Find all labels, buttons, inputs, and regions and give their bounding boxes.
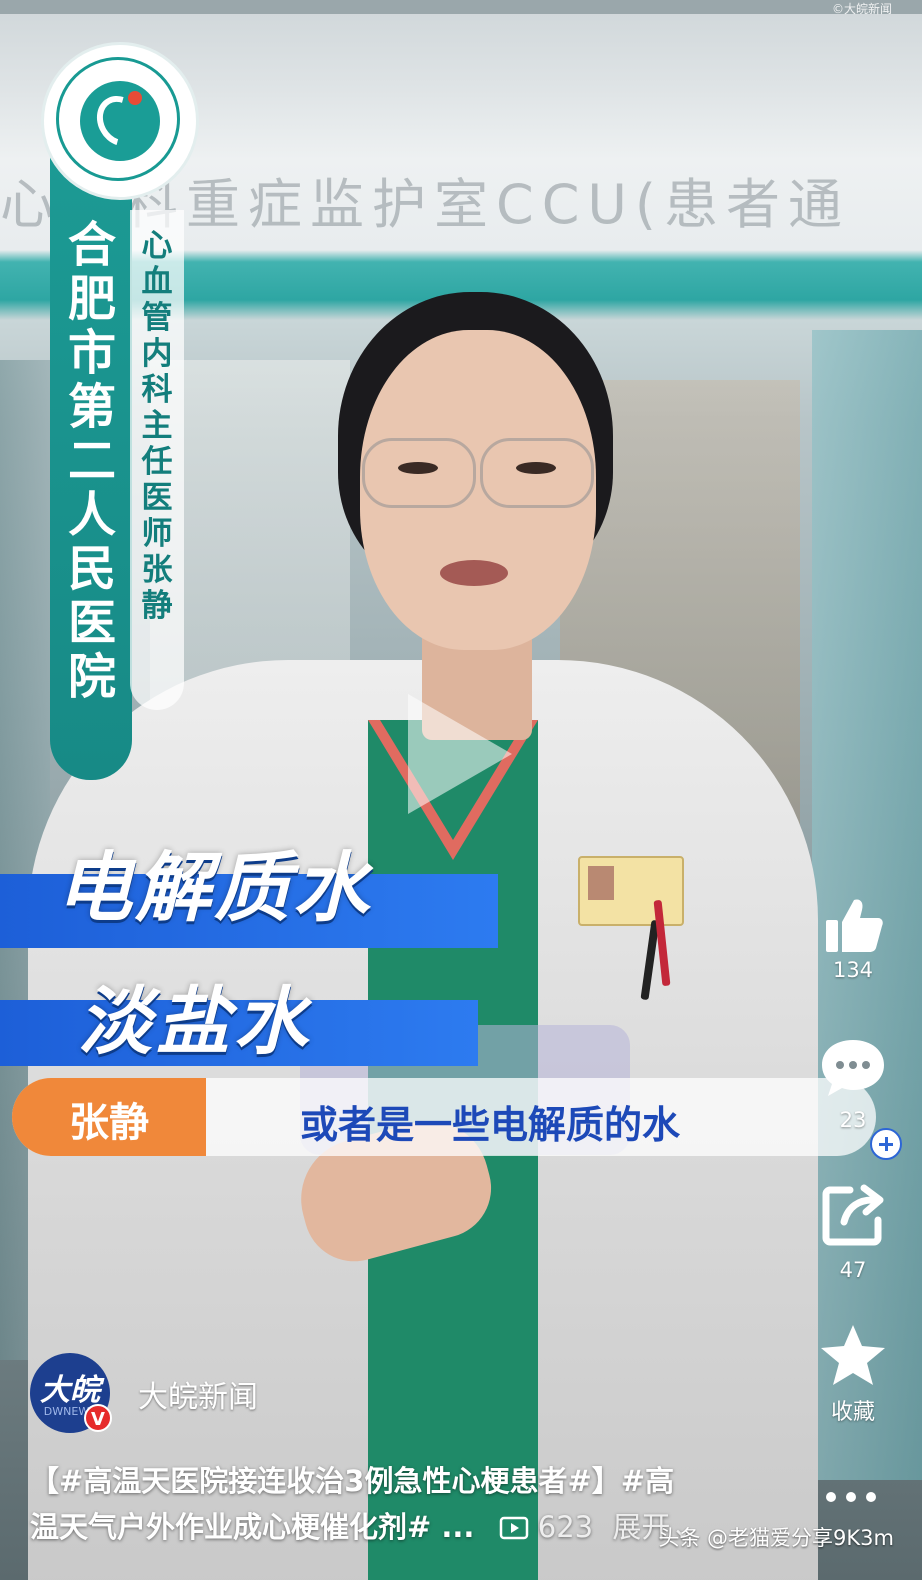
- favorite-label: 收藏: [830, 1400, 875, 1425]
- speaker-name: 张静: [69, 1100, 149, 1146]
- play-count: 623: [537, 1510, 594, 1544]
- share-count: 47: [839, 1258, 867, 1282]
- status-strip: [0, 0, 922, 14]
- eye-left: [398, 462, 438, 474]
- comment-button[interactable]: 23: [808, 1036, 898, 1132]
- description-line-1: 【#高温天医院接连收治3例急性心梗患者#】#高: [30, 1464, 675, 1498]
- video-screen[interactable]: ©大皖新闻 心内科重症监护室CCU(患者通 合肥市第二人民医院 心血管内科主任医…: [0, 0, 922, 1580]
- source-watermark: 头条 @老猫爱分享9K3m: [658, 1526, 894, 1550]
- hospital-logo-icon: [44, 45, 196, 197]
- description-line-2: 温天气户外作业成心梗催化剂# ...: [30, 1510, 475, 1544]
- share-icon: [822, 1184, 884, 1246]
- thumbs-up-icon: [826, 899, 883, 952]
- avatar-logo-text: 大皖: [40, 1373, 100, 1408]
- subtitle-text: 或者是一些电解质的水: [300, 1103, 681, 1147]
- favorite-button[interactable]: 收藏: [808, 1322, 898, 1426]
- author-name[interactable]: 大皖新闻: [138, 1372, 258, 1416]
- verified-badge: V: [84, 1404, 112, 1432]
- play-icon[interactable]: [408, 694, 512, 814]
- hospital-name: 合肥市第二人民医院: [67, 217, 116, 705]
- add-comment-plus-icon[interactable]: [870, 1128, 902, 1160]
- top-watermark: ©大皖新闻: [831, 2, 892, 16]
- share-button[interactable]: 47: [808, 1182, 898, 1282]
- like-button[interactable]: 134: [808, 892, 898, 982]
- like-count: 134: [832, 958, 874, 982]
- caption-line-1: 电解质水: [56, 843, 372, 932]
- star-icon: [821, 1325, 885, 1385]
- comment-bubble-icon: [822, 1040, 884, 1096]
- eye-right: [516, 462, 556, 474]
- id-badge: [578, 856, 684, 926]
- caption-line-2: 淡盐水: [78, 979, 312, 1065]
- doctor-mouth: [440, 560, 508, 586]
- doctor-title: 心血管内科主任医师 张静: [141, 228, 173, 624]
- play-count-icon: [499, 1516, 528, 1540]
- more-options-icon[interactable]: [826, 1488, 880, 1508]
